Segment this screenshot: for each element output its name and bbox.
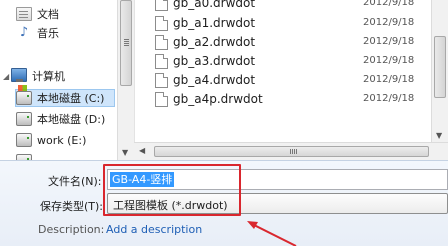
file-row[interactable]: gb_a4.drwdot 2012/9/18 xyxy=(135,70,435,90)
file-list: gb_a0.drwdot 2012/9/18 gb_a1.drwdot 2012… xyxy=(134,0,448,142)
nav-item-label: work (E:) xyxy=(37,133,87,147)
computer-icon xyxy=(11,68,27,82)
file-name: gb_a2.drwdot xyxy=(173,35,256,49)
scrollbar-thumb[interactable] xyxy=(434,36,446,98)
nav-scrollbar[interactable]: ▼ xyxy=(117,0,134,160)
highlight-box xyxy=(103,164,241,216)
scrollbar-thumb[interactable] xyxy=(120,0,132,86)
nav-item-documents[interactable]: 文档 xyxy=(16,5,59,23)
filename-label: 文件名(N): xyxy=(48,175,102,188)
file-date: 2012/9/18 xyxy=(363,17,415,28)
file-name: gb_a3.drwdot xyxy=(173,54,256,68)
file-row[interactable]: gb_a4p.drwdot 2012/9/18 xyxy=(135,89,435,109)
navigation-pane: 文档 ♪ 音乐 ◢ 计算机 本地磁盘 (C:) 本地磁盘 (D:) work (… xyxy=(0,0,134,160)
file-row[interactable]: gb_a0.drwdot 2012/9/18 xyxy=(135,0,435,13)
nav-item-label: 计算机 xyxy=(32,70,65,83)
music-icon: ♪ xyxy=(19,25,29,40)
nav-item-computer[interactable]: 计算机 xyxy=(11,67,65,85)
drive-icon xyxy=(16,112,32,126)
file-icon xyxy=(155,73,168,88)
scroll-down-arrow-icon[interactable]: ▼ xyxy=(436,131,442,140)
documents-icon xyxy=(16,7,32,21)
nav-item-label: 音乐 xyxy=(37,27,59,40)
file-name: gb_a0.drwdot xyxy=(173,0,256,10)
nav-item-label: 本地磁盘 (D:) xyxy=(37,113,106,126)
save-as-dialog: 文档 ♪ 音乐 ◢ 计算机 本地磁盘 (C:) 本地磁盘 (D:) work (… xyxy=(0,0,448,246)
file-list-scrollbar[interactable]: ▼ xyxy=(431,0,448,142)
file-icon xyxy=(155,16,168,31)
file-icon xyxy=(155,35,168,50)
add-description-link[interactable]: Add a description xyxy=(106,223,202,236)
file-icon xyxy=(155,92,168,107)
file-name: gb_a1.drwdot xyxy=(173,16,256,30)
file-date: 2012/9/18 xyxy=(363,93,415,104)
file-row[interactable]: gb_a1.drwdot 2012/9/18 xyxy=(135,13,435,33)
file-name: gb_a4.drwdot xyxy=(173,73,256,87)
file-date: 2012/9/18 xyxy=(363,36,415,47)
file-row[interactable]: gb_a2.drwdot 2012/9/18 xyxy=(135,32,435,52)
filetype-label: 保存类型(T): xyxy=(40,200,104,213)
file-icon xyxy=(155,0,168,11)
file-date: 2012/9/18 xyxy=(363,74,415,85)
nav-item-label: 文档 xyxy=(37,8,59,21)
scroll-down-arrow-icon[interactable]: ▼ xyxy=(122,148,128,157)
description-label: Description: xyxy=(38,223,105,236)
file-date: 2012/9/18 xyxy=(363,0,415,8)
drive-icon xyxy=(16,133,32,147)
file-name: gb_a4p.drwdot xyxy=(173,92,263,106)
nav-item-music[interactable]: ♪ 音乐 xyxy=(16,24,59,42)
horizontal-scrollbar[interactable]: ◀ xyxy=(134,142,448,160)
file-date: 2012/9/18 xyxy=(363,55,415,66)
nav-item-partial[interactable] xyxy=(16,152,37,160)
scroll-left-arrow-icon[interactable]: ◀ xyxy=(139,146,145,155)
scrollbar-thumb[interactable] xyxy=(154,146,429,157)
nav-item-label: 本地磁盘 (C:) xyxy=(37,92,105,105)
collapse-icon[interactable]: ◢ xyxy=(3,72,9,81)
nav-item-drive-d[interactable]: 本地磁盘 (D:) xyxy=(16,110,105,128)
nav-item-drive-e[interactable]: work (E:) xyxy=(16,131,86,149)
file-icon xyxy=(155,54,168,69)
nav-item-drive-c[interactable]: 本地磁盘 (C:) xyxy=(15,85,115,107)
drive-icon xyxy=(16,85,32,105)
file-row[interactable]: gb_a3.drwdot 2012/9/18 xyxy=(135,51,435,71)
